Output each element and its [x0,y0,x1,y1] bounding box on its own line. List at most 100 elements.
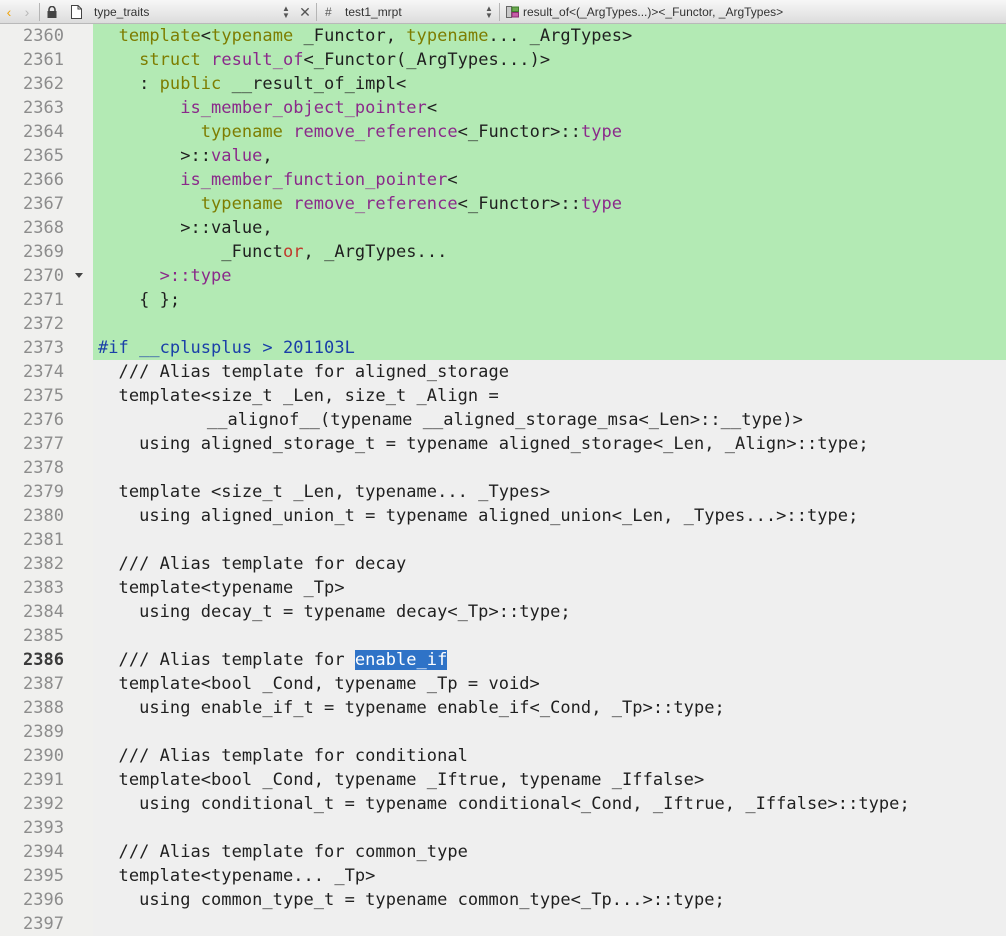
line-number: 2372 [23,314,64,334]
code-text[interactable]: __alignof__(typename __aligned_storage_m… [135,408,803,432]
code-text[interactable]: using enable_if_t = typename enable_if<_… [98,696,725,720]
symbol-name: test1_mrpt [345,5,402,19]
code-text[interactable]: using decay_t = typename decay<_Tp>::typ… [98,600,571,624]
line-number: 2388 [23,698,64,718]
line-number: 2385 [23,626,64,646]
toolbar-divider [39,3,40,21]
code-line: 2379 template <size_t _Len, typename... … [0,480,1006,504]
code-line: 2387 template<bool _Cond, typename _Tp =… [0,672,1006,696]
code-line: 2365 >::value, [0,144,1006,168]
line-number: 2395 [23,866,64,886]
updown-arrows-icon: ▲ ▼ [282,4,290,20]
line-number: 2367 [23,194,64,214]
line-number: 2394 [23,842,64,862]
line-number: 2384 [23,602,64,622]
code-text[interactable]: template<typename _Functor, typename... … [98,24,633,48]
chevron-right-icon[interactable]: › [20,0,34,24]
code-text[interactable]: using aligned_storage_t = typename align… [98,432,869,456]
code-text[interactable]: { }; [98,288,180,312]
code-text[interactable]: struct result_of<_Functor(_ArgTypes...)> [98,48,550,72]
code-line: 2377 using aligned_storage_t = typename … [0,432,1006,456]
editor-toolbar: ‹ › type_traits ▲ ▼ ✕ # test1_mrpt ▲ ▼ res… [0,0,1006,24]
code-text[interactable]: : public __result_of_impl< [98,72,406,96]
code-text[interactable]: /// Alias template for enable_if [98,648,448,672]
line-number: 2371 [23,290,64,310]
toolbar-divider [499,3,500,21]
code-text[interactable]: /// Alias template for aligned_storage [98,360,509,384]
code-line: 2362 : public __result_of_impl< [0,72,1006,96]
line-number: 2360 [23,26,64,46]
line-number: 2392 [23,794,64,814]
code-line: 2388 using enable_if_t = typename enable… [0,696,1006,720]
fold-arrow-icon[interactable] [75,273,83,278]
code-text[interactable]: _Functor, _ArgTypes... [98,240,447,264]
line-number: 2391 [23,770,64,790]
code-line: 2366 is_member_function_pointer< [0,168,1006,192]
code-line: 2392 using conditional_t = typename cond… [0,792,1006,816]
toolbar-divider [316,3,317,21]
code-text[interactable]: is_member_object_pointer< [98,96,437,120]
lock-icon[interactable] [47,6,57,18]
line-number: 2387 [23,674,64,694]
code-text[interactable]: >::value, [98,216,273,240]
document-icon [71,5,82,19]
code-text[interactable]: /// Alias template for conditional [98,744,468,768]
line-number: 2383 [23,578,64,598]
text-selection[interactable]: enable_if [354,650,448,670]
close-icon[interactable]: ✕ [298,0,312,24]
code-line: 2385 [0,624,1006,648]
code-line: 2373 #if __cplusplus > 201103L [0,336,1006,360]
code-text[interactable]: >::value, [98,144,273,168]
code-line: 2369 _Functor, _ArgTypes... [0,240,1006,264]
line-number: 2365 [23,146,64,166]
code-line: 2374 /// Alias template for aligned_stor… [0,360,1006,384]
code-line-current: 2386 /// Alias template for enable_if [0,648,1006,672]
code-line: 2375 template<size_t _Len, size_t _Align… [0,384,1006,408]
code-line: 2367 typename remove_reference<_Functor>… [0,192,1006,216]
function-selector[interactable]: result_of<(_ArgTypes...)><_Functor, _Arg… [523,0,783,24]
code-text[interactable]: template<size_t _Len, size_t _Align = [98,384,499,408]
line-number: 2397 [23,914,64,934]
code-line: 2363 is_member_object_pointer< [0,96,1006,120]
line-number: 2393 [23,818,64,838]
code-text[interactable]: /// Alias template for decay [98,552,407,576]
code-text[interactable]: >::type [98,264,232,288]
line-number: 2370 [23,266,64,286]
code-text[interactable]: /// Alias template for common_type [98,840,468,864]
code-text[interactable]: template<bool _Cond, typename _Iftrue, t… [98,768,705,792]
code-text[interactable]: #if __cplusplus > 201103L [98,336,355,360]
chevron-left-icon[interactable]: ‹ [2,0,16,24]
code-line: 2370 >::type [0,264,1006,288]
line-number: 2380 [23,506,64,526]
code-text[interactable]: template <size_t _Len, typename... _Type… [98,480,551,504]
code-text[interactable]: template<typename... _Tp> [98,864,376,888]
code-text[interactable]: template<bool _Cond, typename _Tp = void… [98,672,540,696]
line-number: 2361 [23,50,64,70]
code-line: 2368 >::value, [0,216,1006,240]
code-text[interactable]: template<typename _Tp> [98,576,345,600]
code-line: 2383 template<typename _Tp> [0,576,1006,600]
line-number: 2382 [23,554,64,574]
line-number: 2363 [23,98,64,118]
code-text[interactable]: typename remove_reference<_Functor>::typ… [98,192,622,216]
code-text[interactable]: typename remove_reference<_Functor>::typ… [98,120,622,144]
code-text[interactable]: using conditional_t = typename condition… [98,792,910,816]
line-number: 2377 [23,434,64,454]
updown-arrows-icon: ▲ ▼ [485,4,493,20]
code-line: 2395 template<typename... _Tp> [0,864,1006,888]
code-editor[interactable]: 2360 template<typename _Functor, typenam… [0,24,1006,936]
code-text[interactable]: is_member_function_pointer< [98,168,458,192]
symbol-selector[interactable]: test1_mrpt ▲ ▼ [345,0,495,24]
code-line: 2381 [0,528,1006,552]
line-number: 2368 [23,218,64,238]
code-line: 2393 [0,816,1006,840]
line-number: 2362 [23,74,64,94]
code-line: 2391 template<bool _Cond, typename _Iftr… [0,768,1006,792]
line-number: 2369 [23,242,64,262]
code-line: 2390 /// Alias template for conditional [0,744,1006,768]
file-selector[interactable]: type_traits ▲ ▼ [94,0,294,24]
code-text[interactable]: using common_type_t = typename common_ty… [98,888,725,912]
code-line: 2360 template<typename _Functor, typenam… [0,24,1006,48]
code-text[interactable]: using aligned_union_t = typename aligned… [98,504,858,528]
code-line: 2364 typename remove_reference<_Functor>… [0,120,1006,144]
